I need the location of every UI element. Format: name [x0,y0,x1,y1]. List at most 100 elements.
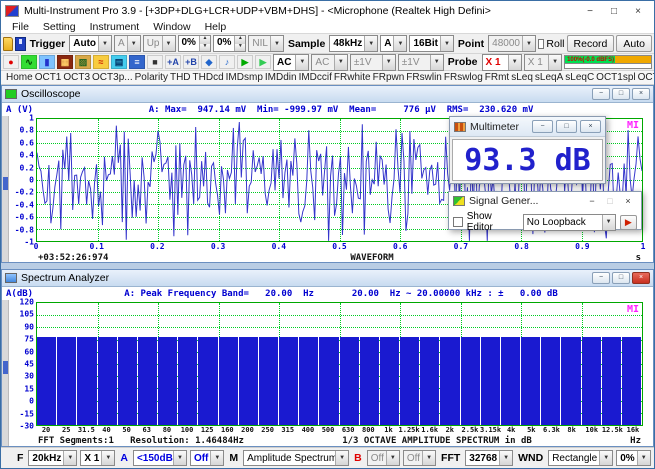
hotkey-imdsmp[interactable]: IMDsmp [225,72,264,83]
coupling-b-select[interactable]: AC▼ [311,54,347,71]
hotkey-thd[interactable]: THD [169,72,192,83]
hotkey-imddin[interactable]: IMDdin [264,72,298,83]
bit-depth-select[interactable]: 16Bit▼ [409,35,453,52]
mm-close-button[interactable]: × [580,120,601,133]
osc-y-scrollbar[interactable] [2,116,9,262]
open-file-icon[interactable] [3,37,13,51]
signal-generator-icon[interactable]: ≈ [93,55,109,69]
spec-restore-button[interactable]: □ [612,272,630,284]
b-filter-select[interactable]: Off▼ [403,450,436,466]
osc-minimize-button[interactable]: − [592,88,610,100]
record-button[interactable]: Record [567,35,615,52]
roll-checkbox[interactable] [538,39,544,49]
menu-setting[interactable]: Setting [36,21,83,33]
show-editor-checkbox[interactable] [453,217,463,227]
probe-cal-b-icon[interactable]: +B [183,55,199,69]
hotkey-oct3p[interactable]: OCT3p... [91,72,134,83]
point-count-select[interactable]: 48000▼ [488,35,536,52]
mode-select[interactable]: Amplitude Spectrum▼ [243,450,349,466]
spec-close-button[interactable]: × [632,272,650,284]
hotkey-frwhite[interactable]: FRwhite [333,72,372,83]
mm-restore-button[interactable]: □ [556,120,577,133]
osc-close-button[interactable]: × [632,88,650,100]
maximize-button[interactable]: □ [602,3,626,19]
close-button[interactable]: × [626,3,650,19]
spectrum-plot[interactable]: MI [36,302,643,426]
coupling-a-select[interactable]: AC▼ [273,54,309,71]
hotkey-frswlog[interactable]: FRswlog [443,72,484,83]
signal-generator-window[interactable]: Signal Gener... − □ × Show Editor No Loo… [448,191,642,230]
a-filter-select[interactable]: Off▼ [190,450,224,466]
volume-icon[interactable]: ♪ [219,55,235,69]
run-icon[interactable]: ▶ [237,55,253,69]
spectrum-3d-plot-icon[interactable]: ▨ [75,55,91,69]
hotkey-frswlin[interactable]: FRswlin [405,72,443,83]
spec-minimize-button[interactable]: − [592,272,610,284]
spec-y-scrollbar[interactable] [2,300,9,446]
hotkey-sleqc[interactable]: sLeqC [564,72,595,83]
sample-channel-select[interactable]: A▼ [380,35,407,52]
trigger-mode-select[interactable]: Auto▼ [69,35,112,52]
hotkey-oct3spl[interactable]: OCT3spl [637,72,655,83]
menu-file[interactable]: File [5,21,36,33]
multimeter-window[interactable]: Multimeter − □ × 93.3 dB [449,116,606,184]
window-fn-select[interactable]: Rectangle▼ [548,450,613,466]
sg-minimize-button[interactable]: − [583,196,601,206]
hotkey-oct1[interactable]: OCT1 [34,72,63,83]
trigger-level-stepper[interactable]: 0%▲▼ [178,35,211,52]
probe-a-select[interactable]: X 1▼ [482,54,522,71]
hotkey-sleq[interactable]: sLeq [510,72,534,83]
hotkey-frmt[interactable]: FRmt [484,72,510,83]
freq-range-select[interactable]: 20kHz▼ [28,450,77,466]
spectrum-titlebar[interactable]: Spectrum Analyzer − □ × [2,270,653,287]
save-file-icon[interactable] [15,37,25,51]
hotkey-oct1spl[interactable]: OCT1spl [595,72,636,83]
sound-device-icon[interactable]: ■ [147,55,163,69]
osc-restore-button[interactable]: □ [612,88,630,100]
down-arrow-icon[interactable]: ▼ [200,44,210,52]
oscilloscope-icon[interactable]: ∿ [21,55,37,69]
minimize-button[interactable]: − [578,3,602,19]
trigger-edge-select[interactable]: Up▼ [143,35,176,52]
menu-instrument[interactable]: Instrument [83,21,147,33]
hotkey-oct3[interactable]: OCT3 [62,72,91,83]
range-b-select[interactable]: ±1V▼ [398,54,444,71]
hotkey-home[interactable]: Home [5,72,34,83]
hotkey-frpwn[interactable]: FRpwn [372,72,406,83]
spectrum-analyzer-icon[interactable]: ▮ [39,55,55,69]
hotkey-sleqa[interactable]: sLeqA [534,72,564,83]
record-icon[interactable]: ● [3,55,19,69]
calibration-wrench-icon[interactable]: ◆ [201,55,217,69]
range-a-select[interactable]: ±1V▼ [350,54,396,71]
down-arrow-icon[interactable]: ▼ [235,44,245,52]
spec-scroll-thumb[interactable] [3,361,8,374]
device-test-plan-icon[interactable]: ▤ [111,55,127,69]
hotkey-polarity[interactable]: Polarity [134,72,169,83]
auto-button[interactable]: Auto [616,35,652,52]
trigger-source-select[interactable]: A▼ [114,35,141,52]
signal-generator-titlebar[interactable]: Signal Gener... − □ × [449,192,641,209]
mm-minimize-button[interactable]: − [532,120,553,133]
menu-help[interactable]: Help [198,21,234,33]
sample-rate-select[interactable]: 48kHz▼ [329,35,378,52]
hotkey-thdcd[interactable]: THDcd [192,72,225,83]
hotkey-imdccif[interactable]: IMDccif [298,72,333,83]
fft-size-select[interactable]: 32768▼ [465,450,513,466]
oscilloscope-titlebar[interactable]: Oscilloscope − □ × [2,86,653,103]
probe-cal-a-icon[interactable]: +A [165,55,181,69]
trigger-hpf-select[interactable]: NIL▼ [248,35,284,52]
b-range-select[interactable]: Off▼ [367,450,400,466]
overlap-select[interactable]: 0%▼ [616,450,650,466]
trigger-delay-stepper[interactable]: 0%▲▼ [213,35,246,52]
freq-mult-select[interactable]: X 1▼ [80,450,115,466]
a-range-select[interactable]: <150dB>▼ [133,450,187,466]
menu-window[interactable]: Window [146,21,197,33]
multimeter-icon[interactable]: ▦ [57,55,73,69]
osc-scroll-thumb[interactable] [3,177,8,190]
sg-close-button[interactable]: × [619,196,637,206]
sg-play-button[interactable]: ▶ [620,215,637,230]
derived-data-point-icon[interactable]: ≡ [129,55,145,69]
probe-b-select[interactable]: X 1▼ [524,54,562,71]
loopback-select[interactable]: No Loopback▼ [523,214,616,231]
multimeter-titlebar[interactable]: Multimeter − □ × [450,117,605,137]
